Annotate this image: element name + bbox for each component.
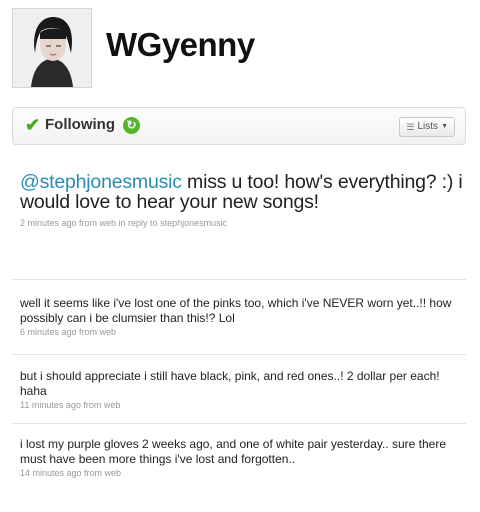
divider xyxy=(12,354,466,355)
tweet-text: i lost my purple gloves 2 weeks ago, and… xyxy=(20,437,447,466)
list-icon: ☰ xyxy=(406,122,415,132)
profile-header: WGyenny xyxy=(12,8,468,92)
tweet-meta[interactable]: 11 minutes ago from web xyxy=(20,400,460,410)
profile-photo-icon xyxy=(13,9,91,87)
tweet-text: but i should appreciate i still have bla… xyxy=(20,369,440,398)
tweet-item: well it seems like i've lost one of the … xyxy=(20,296,460,337)
tweet-meta[interactable]: 14 minutes ago from web xyxy=(20,468,460,478)
lists-button-label: Lists xyxy=(417,121,439,132)
tweet-meta[interactable]: 6 minutes ago from web xyxy=(20,327,460,337)
divider xyxy=(12,279,466,280)
tweet-item: i lost my purple gloves 2 weeks ago, and… xyxy=(20,437,460,478)
featured-tweet: @stephjonesmusic miss u too! how's every… xyxy=(20,172,465,228)
featured-tweet-meta: 2 minutes ago from web in reply to steph… xyxy=(20,218,228,228)
lists-button[interactable]: ☰ Lists ▼ xyxy=(399,117,455,137)
tweet-item: but i should appreciate i still have bla… xyxy=(20,369,460,410)
profile-username[interactable]: WGyenny xyxy=(106,26,255,64)
following-button[interactable]: Following xyxy=(45,116,115,134)
follow-bar: ✔ Following ↻ ☰ Lists ▼ xyxy=(12,107,466,145)
refresh-icon[interactable]: ↻ xyxy=(123,117,140,134)
avatar[interactable] xyxy=(12,8,92,88)
divider xyxy=(12,423,466,424)
checkmark-icon: ✔ xyxy=(25,115,41,135)
caret-down-icon: ▼ xyxy=(441,123,448,130)
tweet-text: well it seems like i've lost one of the … xyxy=(20,296,452,325)
featured-tweet-text: @stephjonesmusic miss u too! how's every… xyxy=(20,172,465,212)
mention-link[interactable]: @stephjonesmusic xyxy=(20,171,182,193)
